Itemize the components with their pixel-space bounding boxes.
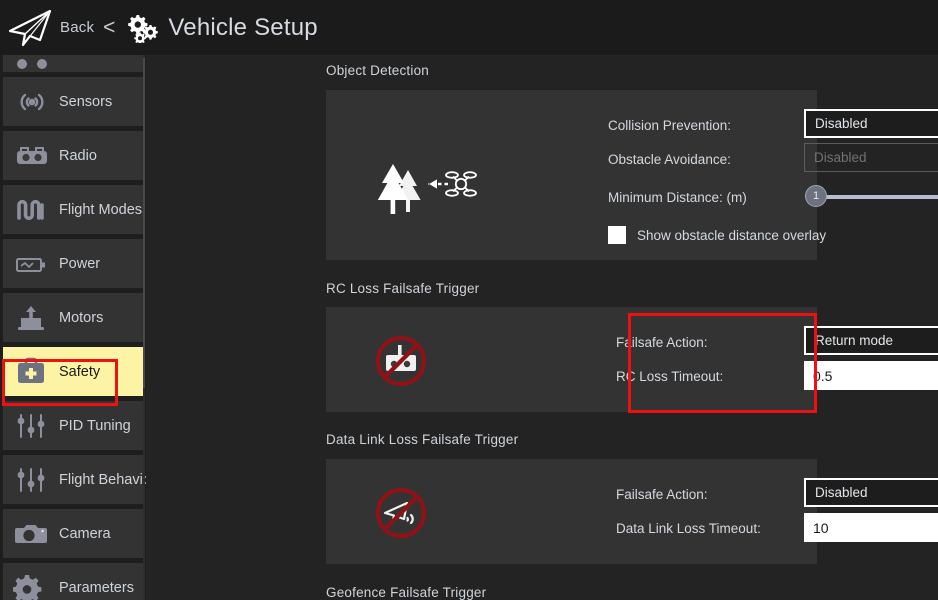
rc-failsafe-action-value: Return mode (815, 333, 894, 348)
object-detection-title: Object Detection (326, 63, 429, 78)
obstacle-avoidance-label: Obstacle Avoidance: (608, 152, 731, 167)
sliders-icon (11, 411, 53, 441)
datalink-timeout-input[interactable]: 10 s (804, 513, 938, 542)
sidebar-item-camera[interactable]: Camera (3, 509, 143, 558)
paper-plane-logo[interactable] (6, 7, 56, 49)
sidebar-label-flight-modes: Flight Modes (59, 201, 143, 218)
sidebar-label-flight-behavior: Flight Behavior (59, 471, 146, 488)
sidebar-label-motors: Motors (59, 309, 104, 326)
sidebar-label-pid-tuning: PID Tuning (59, 417, 131, 434)
flight-modes-icon (11, 195, 53, 225)
obstacle-avoidance-dropdown: Disabled (804, 143, 938, 172)
collision-prevention-value: Disabled (815, 116, 868, 131)
object-detection-panel: Collision Prevention: Disabled Obstacle … (326, 90, 938, 260)
rc-loss-panel: Failsafe Action: Return mode RC Loss Tim… (326, 307, 938, 412)
gear-icon (11, 573, 53, 600)
show-obstacle-overlay-checkbox[interactable] (608, 226, 626, 244)
sidebar-label-sensors: Sensors (59, 93, 113, 110)
sidebar-label-radio: Radio (59, 147, 97, 164)
app-header: Back < Vehicle Setup (0, 0, 938, 55)
geofence-title: Geofence Failsafe Trigger (326, 585, 487, 600)
rc-loss-timeout-value: 0.5 (813, 367, 833, 384)
datalink-timeout-label: Data Link Loss Timeout: (616, 521, 761, 536)
camera-icon (11, 519, 53, 549)
page-title: Vehicle Setup (168, 13, 318, 41)
setup-sidebar[interactable]: Sensors Radio Flight Modes Power Motors … (0, 55, 146, 600)
safety-kit-icon (11, 356, 53, 388)
datalink-failsafe-action-dropdown[interactable]: Disabled (804, 478, 938, 507)
sidebar-item-power[interactable]: Power (3, 239, 143, 288)
motors-icon (11, 303, 53, 333)
radio-icon (11, 141, 53, 171)
setup-content-pane: Object Detection Collision Prevention: D… (146, 55, 938, 600)
rc-loss-title: RC Loss Failsafe Trigger (326, 281, 480, 296)
vehicle-setup-window: Back < Vehicle Setup Sensors Radio Fligh… (0, 0, 938, 600)
sidebar-label-parameters: Parameters (59, 579, 134, 596)
sliders-icon (11, 465, 53, 495)
minimum-distance-label: Minimum Distance: (m) (608, 190, 747, 205)
no-rc-transmitter-icon (373, 333, 429, 394)
slider-handle[interactable]: 1 (805, 185, 827, 207)
show-obstacle-overlay-row[interactable]: Show obstacle distance overlay (608, 226, 826, 244)
sidebar-item-safety[interactable]: Safety (3, 347, 143, 396)
back-chevron-icon[interactable]: < (103, 16, 115, 40)
rc-loss-timeout-label: RC Loss Timeout: (616, 369, 724, 384)
sidebar-item-motors[interactable]: Motors (3, 293, 143, 342)
datalink-failsafe-action-label: Failsafe Action: (616, 487, 708, 502)
back-button-label[interactable]: Back (60, 19, 94, 36)
show-obstacle-overlay-label: Show obstacle distance overlay (637, 227, 827, 243)
sidebar-item-sensors[interactable]: Sensors (3, 77, 143, 126)
sidebar-item-flight-modes[interactable]: Flight Modes (3, 185, 143, 234)
sidebar-item-flight-behavior[interactable]: Flight Behavior (3, 455, 146, 504)
datalink-timeout-value: 10 (813, 519, 829, 536)
sidebar-label-safety: Safety (59, 363, 101, 380)
gears-icon (128, 14, 159, 43)
sidebar-item-partial-top[interactable] (3, 55, 143, 72)
sidebar-item-radio[interactable]: Radio (3, 131, 143, 180)
data-link-loss-title: Data Link Loss Failsafe Trigger (326, 432, 519, 447)
sidebar-label-camera: Camera (59, 525, 111, 542)
collision-prevention-label: Collision Prevention: (608, 118, 732, 133)
two-dots-icon (11, 58, 53, 70)
tree-and-drone-icon (366, 162, 486, 229)
sidebar-item-pid-tuning[interactable]: PID Tuning (3, 401, 143, 450)
minimum-distance-slider[interactable]: 1 (805, 185, 938, 211)
data-link-loss-panel: Failsafe Action: Disabled Data Link Loss… (326, 459, 938, 564)
slider-value: 1 (812, 190, 820, 202)
sidebar-label-power: Power (59, 255, 101, 272)
sidebar-item-parameters[interactable]: Parameters (3, 563, 143, 600)
sidebar-scrollbar-thumb[interactable] (143, 58, 145, 388)
datalink-failsafe-action-value: Disabled (815, 485, 868, 500)
rc-loss-timeout-input[interactable]: 0.5 s (804, 361, 938, 390)
collision-prevention-dropdown[interactable]: Disabled (804, 109, 938, 138)
sensors-icon (11, 87, 53, 117)
no-data-link-icon (373, 485, 429, 546)
rc-failsafe-action-label: Failsafe Action: (616, 335, 708, 350)
obstacle-avoidance-value: Disabled (814, 150, 867, 165)
slider-track (815, 195, 938, 199)
rc-failsafe-action-dropdown[interactable]: Return mode (804, 326, 938, 355)
power-battery-icon (11, 249, 53, 279)
